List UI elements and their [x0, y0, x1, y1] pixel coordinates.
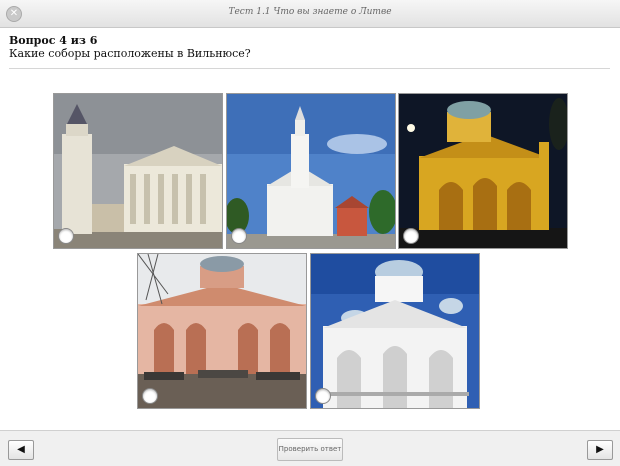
option-radio[interactable]: [58, 228, 74, 244]
window-title: Тест 1.1 Что вы знаете о Литве: [228, 7, 392, 17]
answer-option-5[interactable]: [310, 253, 480, 409]
answer-option-4[interactable]: [137, 253, 307, 409]
cathedral-photo-4: [138, 254, 306, 408]
next-button[interactable]: ▶: [587, 440, 613, 460]
answer-option-3[interactable]: [398, 93, 568, 249]
cathedral-photo-2: [227, 94, 395, 248]
check-answer-button[interactable]: Проверить ответ: [277, 438, 343, 461]
question-number: Вопрос 4 из 6: [9, 34, 98, 47]
divider: [9, 68, 610, 69]
option-radio[interactable]: [231, 228, 247, 244]
prev-arrow-icon: ◀: [17, 444, 25, 455]
option-radio[interactable]: [142, 388, 158, 404]
question-text: Какие соборы расположены в Вильнюсе?: [9, 47, 251, 60]
cathedral-photo-5: [311, 254, 479, 408]
title-bar: ✕ Тест 1.1 Что вы знаете о Литве: [0, 0, 620, 28]
cathedral-photo-1: [54, 94, 222, 248]
next-arrow-icon: ▶: [596, 444, 604, 455]
footer-bar: ◀ Проверить ответ ▶: [0, 430, 620, 466]
answer-option-2[interactable]: [226, 93, 396, 249]
option-radio[interactable]: [315, 388, 331, 404]
cathedral-photo-3: [399, 94, 567, 248]
option-radio[interactable]: [403, 228, 419, 244]
answer-option-1[interactable]: [53, 93, 223, 249]
prev-button[interactable]: ◀: [8, 440, 34, 460]
